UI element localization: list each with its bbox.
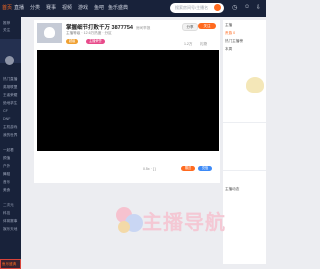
room-subinfo: 主播等级 · 12.6万热度 · 分区 — [66, 31, 112, 35]
sidebar-item[interactable]: 一起看 — [3, 148, 14, 153]
user-icon[interactable]: ☺ — [244, 4, 250, 10]
divider — [223, 170, 266, 171]
search-placeholder: 搜索房间号/主播名 — [175, 5, 209, 10]
sidebar-item[interactable]: 关注 — [3, 28, 10, 33]
video-controls[interactable]: 0.5x · [ ] — [143, 167, 156, 171]
sidebar-item[interactable]: 娱乐天地 — [3, 227, 17, 232]
hot-rank[interactable]: 热门主播榜 — [225, 39, 243, 44]
sidebar-item[interactable]: 音乐 — [3, 180, 10, 185]
nav-logo-home[interactable]: 首页 — [2, 4, 12, 11]
sidebar: 推荐 关注 热门直播 英雄联盟 王者荣耀 绝地求生 CF DNF 主机游戏 我的… — [0, 17, 21, 269]
sidebar-item[interactable]: 美食 — [3, 188, 10, 193]
streamer-avatar[interactable] — [37, 23, 62, 43]
nav-games[interactable]: 游戏 — [78, 4, 88, 11]
room-card: 掌握细节打败千万 3877754 房间举报 主播等级 · 12.6万热度 · 分区… — [34, 20, 220, 183]
follow-button[interactable]: 关注 — [198, 23, 216, 29]
nav-live[interactable]: 直播 — [14, 4, 24, 11]
sidebar-item[interactable]: 科技 — [3, 211, 10, 216]
nav-yuba[interactable]: 鱼吧 — [94, 4, 104, 11]
room-title: 掌握细节打败千万 3877754 房间举报 — [66, 23, 150, 31]
sidebar-bottom-badge[interactable]: 鱼乐盛典 — [0, 259, 21, 269]
download-icon[interactable]: ⇩ — [256, 4, 261, 11]
search-icon[interactable] — [214, 4, 221, 11]
search-input[interactable]: 搜索房间号/主播名 — [170, 3, 224, 13]
sidebar-item[interactable]: 王者荣耀 — [3, 93, 17, 98]
nav-video[interactable]: 视频 — [62, 4, 72, 11]
gift-send-button[interactable]: 赠送 — [181, 166, 195, 171]
top-nav: 首页 直播 分类 赛事 视频 游戏 鱼吧 鱼乐盛典 搜索房间号/主播名 ◷ ☺ … — [0, 0, 266, 17]
sidebar-item[interactable]: 推荐 — [3, 21, 10, 26]
sidebar-item[interactable]: 我的世界 — [3, 133, 17, 138]
right-panel: 主播 贵族 0 热门主播榜 本周 主播动态 — [223, 20, 266, 264]
rank-tab[interactable]: 主播 — [225, 23, 232, 28]
view-count: 1.2万 — [184, 42, 193, 46]
gift-label[interactable]: 礼物 — [200, 42, 207, 47]
avatar[interactable] — [5, 56, 14, 65]
honor-chip[interactable]: 主播荣誉 — [86, 39, 105, 44]
recharge-button[interactable]: 充值 — [198, 166, 212, 171]
nav-category[interactable]: 分类 — [30, 4, 40, 11]
sidebar-item[interactable]: 主机游戏 — [3, 125, 17, 130]
history-icon[interactable]: ◷ — [232, 4, 237, 11]
dynamics-label[interactable]: 主播动态 — [225, 187, 239, 192]
report-link[interactable]: 房间举报 — [136, 26, 150, 30]
sidebar-item[interactable]: 户外 — [3, 164, 10, 169]
sidebar-item[interactable]: 体育赛事 — [3, 219, 17, 224]
sidebar-item[interactable]: CF — [3, 109, 8, 113]
nav-events[interactable]: 赛事 — [46, 4, 56, 11]
video-player[interactable] — [37, 50, 219, 151]
sidebar-item[interactable]: DNF — [3, 117, 10, 121]
sidebar-item[interactable]: 颜值 — [3, 156, 10, 161]
level-chip: 超级 — [66, 39, 79, 44]
sidebar-item[interactable]: 舞蹈 — [3, 172, 10, 177]
noble-count[interactable]: 贵族 0 — [225, 31, 235, 36]
divider — [223, 122, 266, 123]
sidebar-item[interactable]: 二次元 — [3, 203, 14, 208]
mascot-icon — [246, 77, 264, 93]
weekly-rank[interactable]: 本周 — [225, 47, 232, 52]
sidebar-item[interactable]: 热门直播 — [3, 77, 17, 82]
sidebar-item: 鱼乐盛典 — [2, 262, 17, 266]
watermark-text: 主播导航 — [142, 212, 226, 234]
sidebar-item[interactable]: 英雄联盟 — [3, 85, 17, 90]
share-button[interactable]: 分享 — [182, 23, 198, 31]
sidebar-item[interactable]: 绝地求生 — [3, 101, 17, 106]
nav-festival[interactable]: 鱼乐盛典 — [108, 4, 128, 11]
